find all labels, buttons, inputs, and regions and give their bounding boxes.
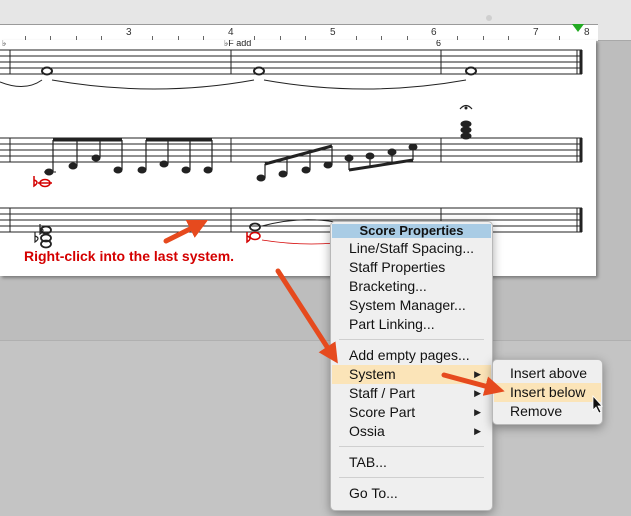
- whole-notes-top: [41, 66, 477, 76]
- menu-item-part-linking[interactable]: Part Linking...: [332, 315, 491, 334]
- ruler-dot: [486, 15, 492, 21]
- menu-item-label: System Manager...: [349, 297, 466, 313]
- annotation-text: Right-click into the last system.: [24, 248, 235, 264]
- menu-item-go-to[interactable]: Go To...: [332, 484, 491, 503]
- submenu-item-label: Insert below: [510, 384, 586, 400]
- ruler-number: 8: [584, 27, 590, 38]
- whole-note-bottom-2: [249, 222, 261, 232]
- chord-symbol: ♭F add: [224, 40, 251, 48]
- menu-item-staff-part[interactable]: Staff / Part ▶: [332, 384, 491, 403]
- submenu-item-remove[interactable]: Remove: [494, 402, 601, 421]
- menu-separator: [339, 339, 484, 340]
- ties-top: [0, 79, 467, 90]
- menu-item-label: TAB...: [349, 454, 387, 470]
- ruler-number: 3: [126, 27, 132, 38]
- ruler-number: 5: [330, 27, 336, 38]
- ruler-number: 6: [431, 27, 437, 38]
- score-systems[interactable]: ♭ ♭F add 6: [0, 40, 600, 280]
- menu-item-score-part[interactable]: Score Part ▶: [332, 403, 491, 422]
- whole-notes-bottom: [34, 224, 52, 249]
- menu-item-tab[interactable]: TAB...: [332, 453, 491, 472]
- submenu-item-label: Insert above: [510, 365, 588, 381]
- submenu-item-insert-below[interactable]: Insert below: [494, 383, 601, 402]
- context-menu[interactable]: Score Properties Line/Staff Spacing... S…: [330, 221, 493, 511]
- menu-item-label: Score Part: [349, 404, 416, 420]
- menu-item-label: Go To...: [349, 485, 398, 501]
- whole-note-red-bottom: [246, 231, 261, 244]
- staff-top: [0, 49, 583, 75]
- chord-fragment: ♭: [2, 40, 6, 48]
- menu-item-line-staff-spacing[interactable]: Line/Staff Spacing...: [332, 239, 491, 258]
- low-note-red: [33, 176, 52, 188]
- fermata-chord: [459, 104, 473, 140]
- chord-fragment: 6: [436, 40, 441, 48]
- menu-separator: [339, 446, 484, 447]
- submenu-arrow-icon: ▶: [474, 369, 481, 379]
- eighth-notes-measure-1: [44, 138, 213, 176]
- submenu-item-label: Remove: [510, 403, 563, 419]
- system-submenu[interactable]: Insert above Insert below Remove: [492, 359, 603, 425]
- submenu-arrow-icon: ▶: [474, 388, 481, 398]
- menu-item-label: Line/Staff Spacing...: [349, 240, 475, 256]
- submenu-item-insert-above[interactable]: Insert above: [494, 364, 601, 383]
- ruler-margin-marker[interactable]: [572, 24, 584, 32]
- menu-item-label: Staff / Part: [349, 385, 415, 401]
- menu-item-label: Add empty pages...: [349, 347, 470, 363]
- tie-bottom-red: [261, 239, 336, 245]
- menu-header-score-properties[interactable]: Score Properties: [332, 224, 491, 238]
- submenu-arrow-icon: ▶: [474, 407, 481, 417]
- menu-item-system-manager[interactable]: System Manager...: [332, 296, 491, 315]
- submenu-arrow-icon: ▶: [474, 426, 481, 436]
- ruler-number: 4: [228, 27, 234, 38]
- ruler: 3 4 5 6 7 8: [0, 0, 631, 41]
- menu-item-ossia[interactable]: Ossia ▶: [332, 422, 491, 441]
- menu-item-add-empty-pages[interactable]: Add empty pages...: [332, 346, 491, 365]
- staff-bottom: [0, 207, 583, 233]
- menu-item-label: Bracketing...: [349, 278, 427, 294]
- menu-item-bracketing[interactable]: Bracketing...: [332, 277, 491, 296]
- menu-item-staff-properties[interactable]: Staff Properties: [332, 258, 491, 277]
- tie-bottom: [261, 219, 336, 227]
- ruler-number: 7: [533, 27, 539, 38]
- menu-item-system[interactable]: System ▶: [332, 365, 491, 384]
- menu-item-label: System: [349, 366, 396, 382]
- menu-item-label: Staff Properties: [349, 259, 446, 275]
- menu-item-label: Part Linking...: [349, 316, 435, 332]
- menu-separator: [339, 477, 484, 478]
- menu-item-label: Ossia: [349, 423, 385, 439]
